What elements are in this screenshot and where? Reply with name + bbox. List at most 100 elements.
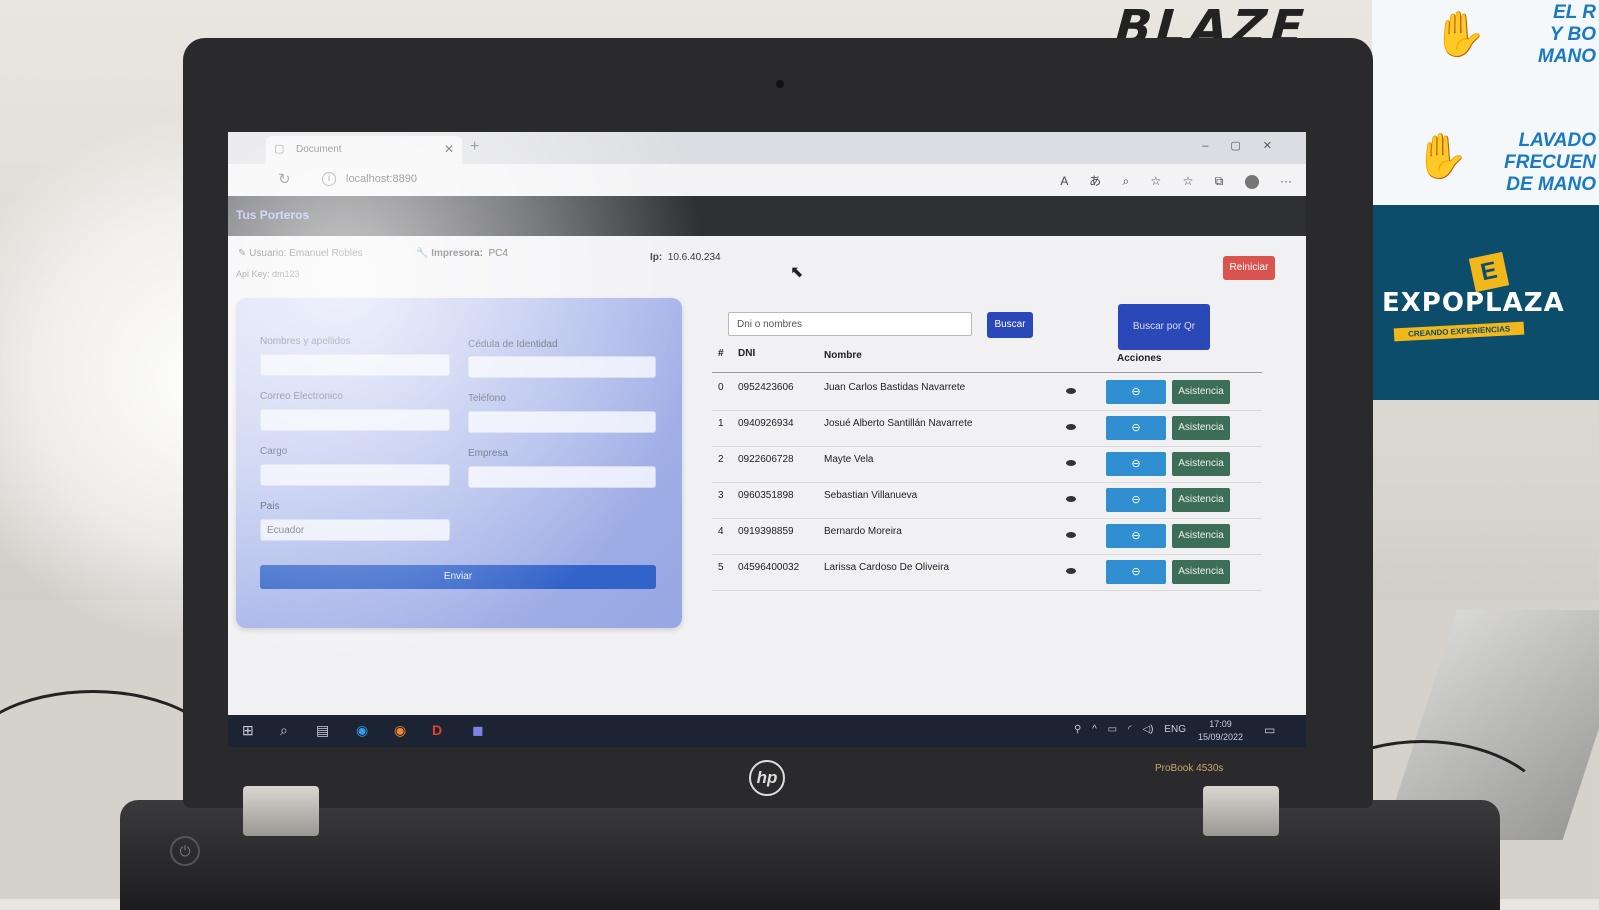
volume-icon[interactable]: ◁) <box>1142 724 1153 735</box>
clock-time: 17:09 <box>1209 719 1232 729</box>
submit-button[interactable]: Enviar <box>260 565 656 589</box>
view-icon: ⊖ <box>1131 494 1141 506</box>
clock[interactable]: 17:09 15/09/2022 <box>1198 718 1243 744</box>
search-input[interactable]: Dni o nombres <box>728 312 972 336</box>
network-icon[interactable]: ▭ <box>1108 724 1117 735</box>
id-input[interactable] <box>468 356 656 378</box>
eye-icon[interactable] <box>1066 568 1076 574</box>
view-button[interactable]: ⊖ <box>1106 452 1166 476</box>
expoplaza-tagline: CREANDO EXPERIENCIAS <box>1393 321 1525 342</box>
clock-date: 15/09/2022 <box>1198 732 1244 742</box>
qr-search-button[interactable]: Buscar por Qr <box>1118 304 1210 350</box>
new-tab-icon[interactable]: + <box>470 138 479 156</box>
table-row: 4 0919398859 Bernardo Moreira ⊖ Asistencia <box>712 518 1262 555</box>
windows-start-icon[interactable]: ⊞ <box>242 722 254 739</box>
registration-form: Nombres y apellidos Cédula de Identidad … <box>236 298 682 628</box>
row-name: Mayte Vela <box>824 454 874 465</box>
reload-icon[interactable]: ↻ <box>278 170 291 188</box>
api-key: Api Key: dm123 <box>236 269 300 279</box>
role-label: Cargo <box>260 446 288 457</box>
expoplaza-sign: E EXPOPLAZA CREANDO EXPERIENCIAS <box>1372 205 1599 400</box>
window-controls[interactable]: –▢✕ <box>1202 139 1294 152</box>
close-icon[interactable]: ✕ <box>444 142 454 156</box>
teams-icon[interactable]: ◼ <box>472 722 484 739</box>
attendance-button[interactable]: Asistencia <box>1172 380 1230 404</box>
wifi-icon[interactable]: ◜ <box>1128 724 1132 735</box>
country-select[interactable]: Ecuador <box>260 519 450 541</box>
header-dni: DNI <box>738 348 756 359</box>
app-brand[interactable]: Tus Porteros <box>236 208 309 222</box>
address-bar[interactable]: localhost:8890 <box>346 173 417 185</box>
search-button[interactable]: Buscar <box>987 312 1033 338</box>
row-dni: 0922606728 <box>738 454 794 465</box>
webcam-icon <box>776 80 784 88</box>
eye-icon[interactable] <box>1066 532 1076 538</box>
view-button[interactable]: ⊖ <box>1106 488 1166 512</box>
row-index: 0 <box>718 382 724 393</box>
attendance-button[interactable]: Asistencia <box>1172 488 1230 512</box>
reset-button[interactable]: Reiniciar <box>1223 256 1275 280</box>
firefox-icon[interactable]: ◉ <box>394 722 406 739</box>
attendance-button[interactable]: Asistencia <box>1172 560 1230 584</box>
row-name: Juan Carlos Bastidas Navarrete <box>824 382 966 393</box>
role-input[interactable] <box>260 464 450 486</box>
tab-title: Document <box>296 144 342 155</box>
name-input[interactable] <box>260 354 450 376</box>
language-indicator[interactable]: ENG <box>1164 724 1186 735</box>
name-label: Nombres y apellidos <box>260 336 351 347</box>
header-divider <box>712 372 1262 373</box>
eye-icon[interactable] <box>1066 460 1076 466</box>
view-icon: ⊖ <box>1131 386 1141 398</box>
printer-label: Impresora: <box>431 248 483 259</box>
row-name: Bernardo Moreira <box>824 526 902 537</box>
phone-input[interactable] <box>468 411 656 433</box>
hygiene-banner: ✋ EL R Y BO MANO ✋ LAVADO FRECUEN DE MAN… <box>1372 0 1599 400</box>
printer-info: 🔧 Impresora: PC4 <box>416 248 508 259</box>
zoom-icon[interactable]: ⌕ <box>1122 174 1129 188</box>
user-name: Emanuel Robles <box>289 248 363 259</box>
people-icon[interactable]: ⚲ <box>1074 724 1081 735</box>
table-row: 5 04596400032 Larissa Cardoso De Oliveira ⊖… <box>712 554 1262 591</box>
profile-icon[interactable] <box>1244 174 1259 189</box>
attendance-button[interactable]: Asistencia <box>1172 416 1230 440</box>
app-d-icon[interactable]: D <box>432 722 442 738</box>
read-aloud-icon[interactable]: A <box>1060 174 1067 188</box>
attendance-button[interactable]: Asistencia <box>1172 452 1230 476</box>
browser-tab[interactable]: ▢ Document ✕ <box>266 136 462 164</box>
attendance-button[interactable]: Asistencia <box>1172 524 1230 548</box>
more-icon[interactable]: ··· <box>1280 174 1292 188</box>
row-index: 3 <box>718 490 724 501</box>
eye-icon[interactable] <box>1066 496 1076 502</box>
collections-icon[interactable]: ⧉ <box>1215 174 1224 188</box>
chevron-up-icon[interactable]: ^ <box>1092 724 1097 735</box>
view-button[interactable]: ⊖ <box>1106 416 1166 440</box>
info-icon[interactable]: i <box>322 172 336 186</box>
email-input[interactable] <box>260 409 450 431</box>
notification-icon[interactable]: ▭ <box>1264 723 1275 737</box>
favorite-add-icon[interactable]: ☆ <box>1151 174 1162 188</box>
search-icon[interactable]: ⌕ <box>280 722 288 739</box>
hand-wash-icon: ✋ <box>1414 132 1469 181</box>
banner-text: EL R Y BO MANO <box>1537 2 1596 67</box>
row-dni: 0940926934 <box>738 418 794 429</box>
phone-label: Teléfono <box>468 393 506 404</box>
header-actions: Acciones <box>1117 353 1162 364</box>
header-index: # <box>718 348 724 359</box>
taskbar: ⊞ ⌕ ▤ ◉ ◉ D ◼ ⚲ ^ ▭ ◜ ◁) ENG 17:09 15/09… <box>228 715 1306 747</box>
edge-icon[interactable]: ◉ <box>356 722 368 739</box>
company-input[interactable] <box>468 466 656 488</box>
expoplaza-logo: EXPOPLAZA <box>1382 288 1565 318</box>
translate-icon[interactable]: あ <box>1089 174 1101 188</box>
favorites-icon[interactable]: ☆ <box>1183 174 1194 188</box>
task-view-icon[interactable]: ▤ <box>316 722 329 739</box>
country-label: Pais <box>260 501 280 512</box>
eye-icon[interactable] <box>1066 424 1076 430</box>
laptop-model: ProBook 4530s <box>1155 763 1224 774</box>
view-button[interactable]: ⊖ <box>1106 380 1166 404</box>
view-button[interactable]: ⊖ <box>1106 524 1166 548</box>
row-index: 1 <box>718 418 724 429</box>
row-name: Larissa Cardoso De Oliveira <box>824 562 950 573</box>
eye-icon[interactable] <box>1066 388 1076 394</box>
header-name: Nombre <box>824 350 862 361</box>
view-button[interactable]: ⊖ <box>1106 560 1166 584</box>
